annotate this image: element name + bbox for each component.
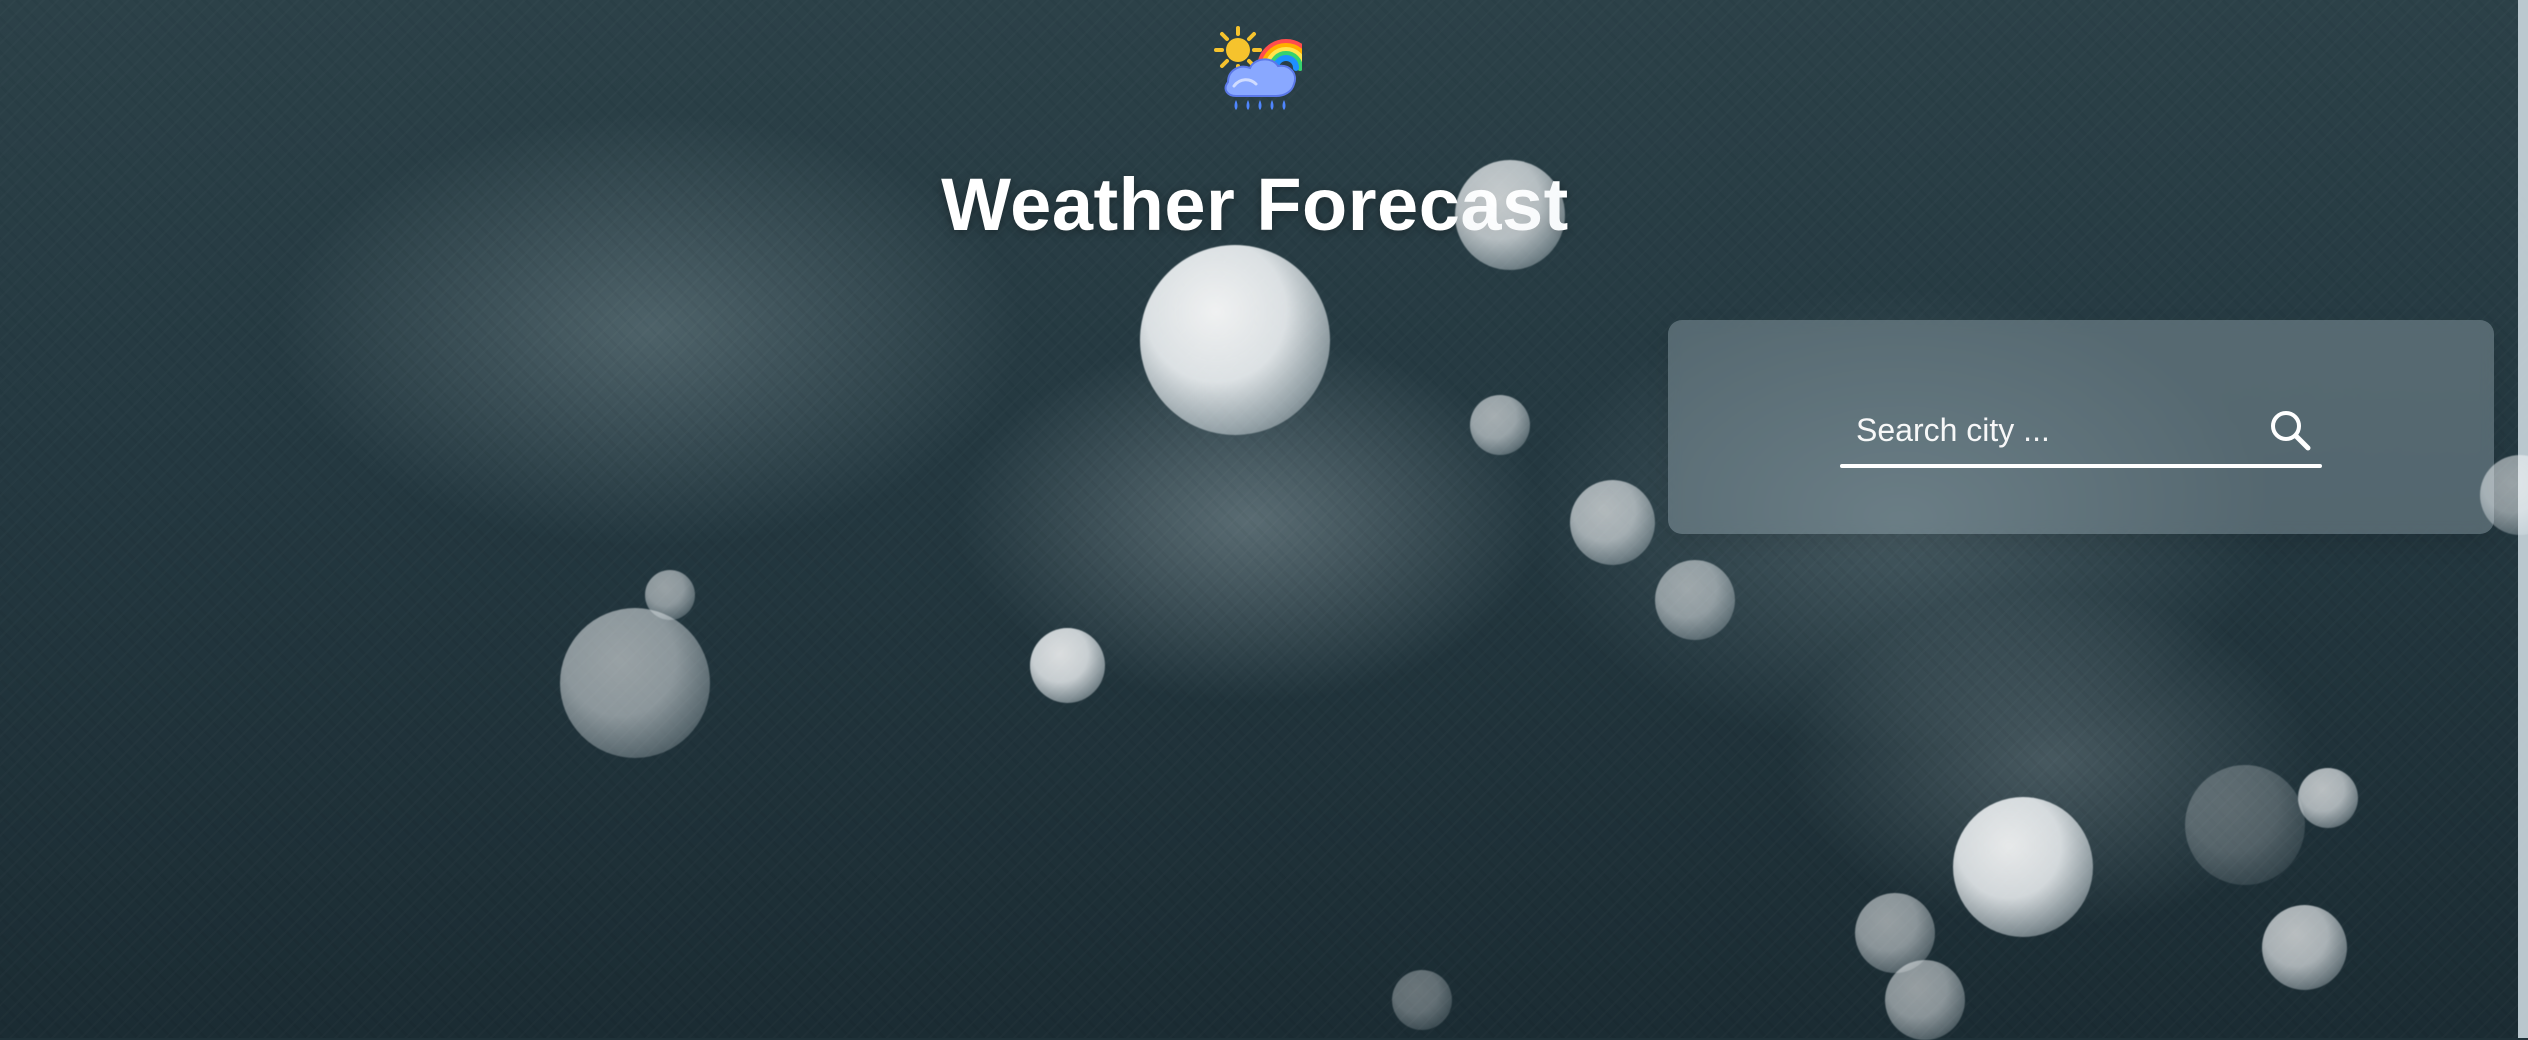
search-panel [1668,320,2494,534]
app-header: Weather Forecast [0,0,2528,246]
search-icon [2264,404,2316,456]
search-input[interactable] [1840,402,2266,458]
search-row [1840,402,2322,468]
sun-cloud-rainbow-icon [1210,26,1315,112]
search-underline [1840,464,2322,468]
search-button[interactable] [2264,404,2316,456]
page-title: Weather Forecast [0,162,2528,247]
page-title-text: Weather Forecast [941,162,1569,246]
